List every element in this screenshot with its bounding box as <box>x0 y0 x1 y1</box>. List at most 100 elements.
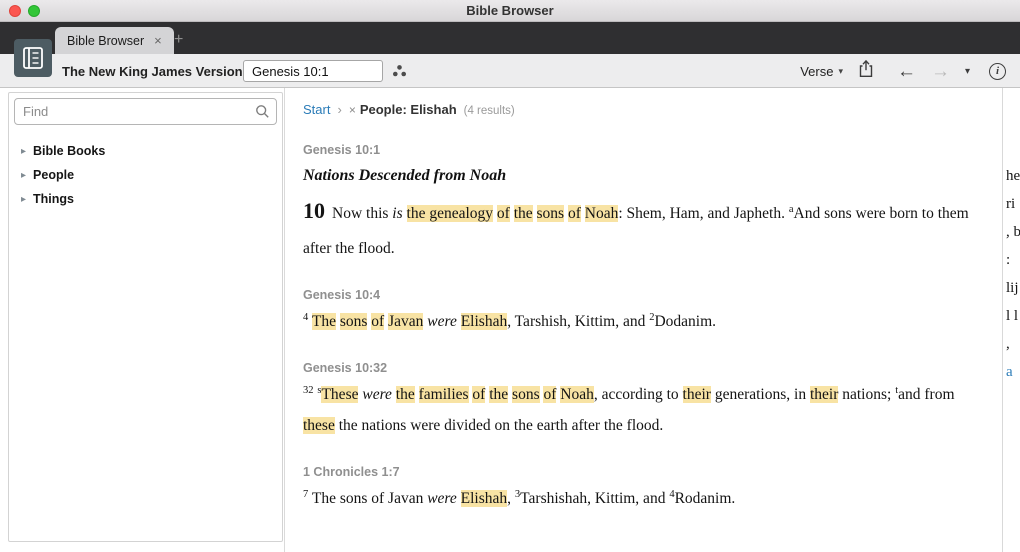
verse-segment: Tarshishah, Kittim, and <box>520 490 670 507</box>
highlighted-word: sons <box>339 313 368 330</box>
right-pane-fragments: he ri , b: lij l l, a <box>1006 162 1020 386</box>
highlighted-word: of <box>567 205 581 222</box>
active-filter-label: People: Elishah <box>359 102 457 117</box>
tab-close-icon[interactable]: × <box>154 34 162 47</box>
verse-segment: nations; <box>838 386 896 403</box>
disclosure-triangle-icon[interactable]: ▸ <box>21 170 26 181</box>
highlighted-word: sons <box>536 205 565 222</box>
chapter-number: 10 <box>303 198 325 223</box>
bible-version-label: The New King James Version <box>62 63 243 79</box>
clipped-text-fragment: lij <box>1006 280 1019 296</box>
verse-text: 10 Now this is the genealogy of the sons … <box>303 189 980 264</box>
highlighted-word: their <box>682 386 711 403</box>
sidebar-tree: ▸ Bible Books ▸ People ▸ Things <box>9 139 282 211</box>
chevron-down-icon: ▾ <box>838 65 843 76</box>
reference-input[interactable] <box>243 60 383 82</box>
verse-segment: the nations were divided on the earth af… <box>334 417 664 434</box>
toolbar: The New King James Version ▾ Verse ▾ ← →… <box>0 54 1020 88</box>
highlighted-word: Noah <box>560 386 594 403</box>
highlighted-word: Javan <box>388 313 424 330</box>
details-dots-icon[interactable] <box>392 64 407 83</box>
result-item: Genesis 10:32 32 sThese were the families… <box>303 361 980 441</box>
verse-segment: , <box>507 490 515 507</box>
remove-filter-icon[interactable]: × <box>349 103 356 117</box>
highlighted-word: the <box>489 386 509 403</box>
verse-segment: The sons of Javan <box>308 490 428 507</box>
results-pane[interactable]: Start › × People: Elishah (4 results) Ge… <box>284 88 1002 552</box>
clipped-text-fragment: , <box>1006 336 1010 352</box>
verse-text: 7 The sons of Javan were Elishah, 3Tarsh… <box>303 483 980 514</box>
breadcrumb-separator: › <box>337 102 342 117</box>
forward-arrow-icon[interactable]: → <box>931 62 950 81</box>
tab-bar: Bible Browser × + <box>0 22 1020 54</box>
find-input[interactable] <box>14 98 277 125</box>
verse-segment: were <box>427 313 457 330</box>
verse-text: 4 The sons of Javan were Elishah, Tarshi… <box>303 306 980 337</box>
display-mode-dropdown[interactable]: Verse ▾ <box>800 64 843 79</box>
breadcrumb: Start › × People: Elishah (4 results) <box>303 102 980 117</box>
verse-segment: Dodanim. <box>654 313 717 330</box>
share-icon <box>859 59 873 77</box>
zoom-window-button[interactable] <box>28 5 40 17</box>
verse-segment: , Tarshish, Kittim, and <box>507 313 650 330</box>
tab-label: Bible Browser <box>67 33 145 48</box>
tab-bible-browser[interactable]: Bible Browser × <box>55 27 174 54</box>
highlighted-word: Noah <box>584 205 619 222</box>
disclosure-triangle-icon[interactable]: ▸ <box>21 146 26 157</box>
verse-segment: and from <box>898 386 955 403</box>
verse-segment: , according to <box>593 386 683 403</box>
verse-segment: Rodanim. <box>674 490 736 507</box>
clipped-text-fragment: a <box>1006 364 1013 380</box>
window-titlebar: Bible Browser <box>0 0 1020 22</box>
result-reference[interactable]: Genesis 10:1 <box>303 143 980 157</box>
result-reference[interactable]: Genesis 10:32 <box>303 361 980 375</box>
verse-text: 32 sThese were the families of the sons … <box>303 379 980 441</box>
info-button[interactable]: i <box>989 62 1006 80</box>
toolbar-right-controls: Verse ▾ ← → ▾ i <box>800 54 1006 88</box>
clipped-text-fragment: ri <box>1006 196 1016 212</box>
highlighted-word: Elishah <box>460 490 508 507</box>
sidebar-item-people[interactable]: ▸ People <box>9 163 282 187</box>
bible-browser-app-icon <box>14 39 52 77</box>
highlighted-word: These <box>321 386 359 403</box>
result-item: Genesis 10:1 Nations Descended from Noah 1… <box>303 143 980 264</box>
highlighted-word: of <box>472 386 486 403</box>
highlighted-word: of <box>543 386 557 403</box>
history-chevron-icon[interactable]: ▾ <box>965 66 970 77</box>
result-item: Genesis 10:4 4 The sons of Javan were Eli… <box>303 288 980 337</box>
search-icon <box>255 104 270 124</box>
results-list: Genesis 10:1 Nations Descended from Noah 1… <box>303 143 980 514</box>
sidebar-item-label: Bible Books <box>33 144 106 158</box>
browse-sidebar: ▸ Bible Books ▸ People ▸ Things <box>8 92 283 542</box>
highlighted-word: sons <box>512 386 540 403</box>
share-button[interactable] <box>858 59 874 83</box>
highlighted-word: The <box>311 313 336 330</box>
sidebar-item-label: People <box>33 168 75 182</box>
find-field-wrap <box>14 98 277 125</box>
verse-segment: were <box>362 386 392 403</box>
display-mode-label: Verse <box>800 63 834 79</box>
window-title: Bible Browser <box>466 3 554 18</box>
sidebar-item-things[interactable]: ▸ Things <box>9 187 282 211</box>
bible-version-dropdown[interactable]: The New King James Version ▾ <box>62 54 252 88</box>
section-heading: Nations Descended from Noah <box>303 167 507 184</box>
verse-segment: generations, in <box>710 386 810 403</box>
verse-segment: Now this <box>332 205 393 222</box>
verse-segment <box>403 205 407 222</box>
clipped-parallel-pane: he ri , b: lij l l, a <box>1002 88 1020 552</box>
disclosure-triangle-icon[interactable]: ▸ <box>21 194 26 205</box>
breadcrumb-start-link[interactable]: Start <box>303 102 330 117</box>
workspace: ▸ Bible Books ▸ People ▸ Things Start › × Peo… <box>0 88 1020 552</box>
highlighted-word: the <box>513 205 533 222</box>
close-window-button[interactable] <box>9 5 21 17</box>
clipped-text-fragment: he <box>1006 168 1020 184</box>
back-arrow-icon[interactable]: ← <box>897 62 916 81</box>
sidebar-item-bible-books[interactable]: ▸ Bible Books <box>9 139 282 163</box>
result-reference[interactable]: Genesis 10:4 <box>303 288 980 302</box>
result-reference[interactable]: 1 Chronicles 1:7 <box>303 465 980 479</box>
new-tab-button[interactable]: + <box>174 31 183 49</box>
highlighted-word: of <box>371 313 385 330</box>
sidebar-item-label: Things <box>33 192 74 206</box>
verse-segment: is <box>392 205 403 222</box>
clipped-text-fragment: , b <box>1006 224 1020 240</box>
